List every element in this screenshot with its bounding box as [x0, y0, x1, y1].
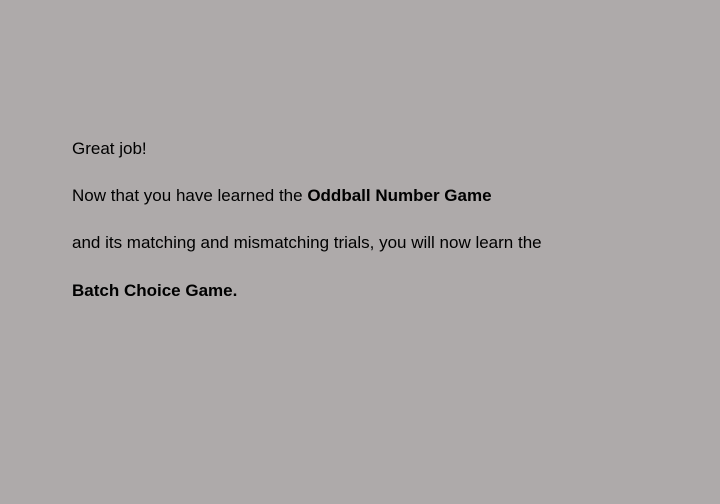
trials-description: and its matching and mismatching trials,…: [72, 233, 542, 252]
learned-game-line: Now that you have learned the Oddball Nu…: [72, 185, 492, 207]
next-game-line: Batch Choice Game.: [72, 280, 237, 302]
learned-game-prefix: Now that you have learned the: [72, 186, 308, 205]
oddball-game-name: Oddball Number Game: [307, 186, 492, 205]
batch-choice-game-name: Batch Choice Game.: [72, 281, 238, 300]
praise-text: Great job!: [72, 139, 147, 158]
